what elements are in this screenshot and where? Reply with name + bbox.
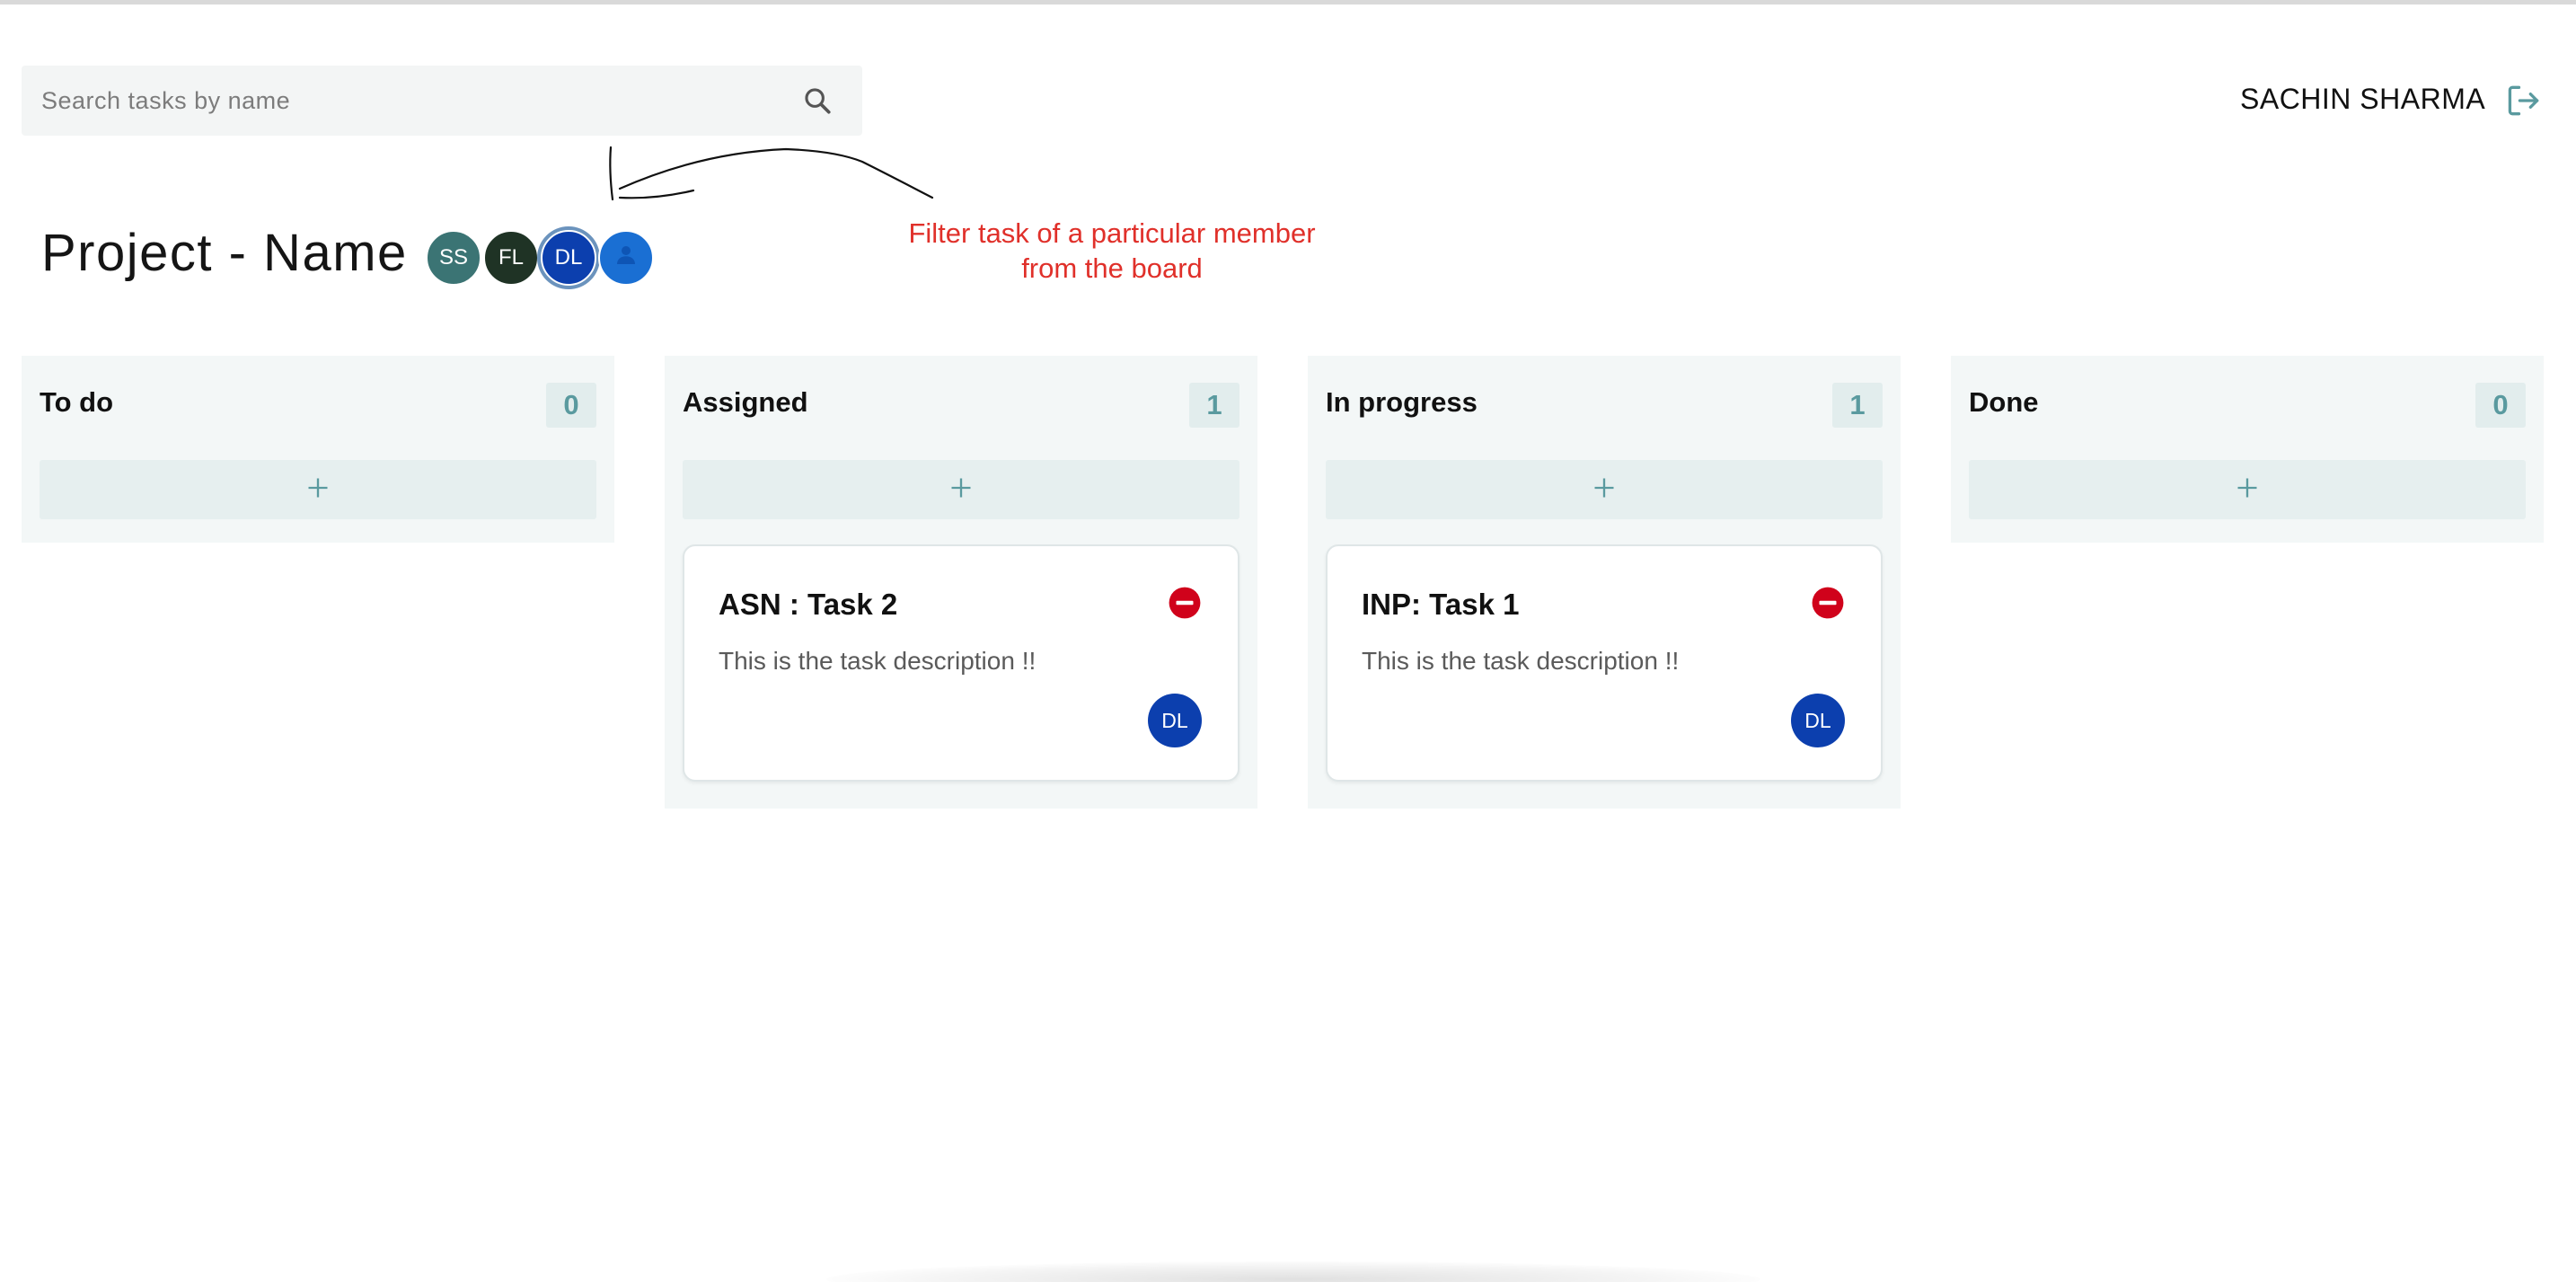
member-initials: SS (438, 245, 468, 270)
assignee-avatar: DL (1148, 694, 1202, 747)
column-title: Assigned (683, 386, 808, 418)
member-initials: FL (498, 245, 524, 270)
column-header: In progress 1 (1308, 356, 1901, 456)
assignee-initials: DL (1161, 708, 1188, 732)
add-task-button[interactable] (683, 460, 1239, 519)
column-assigned: Assigned 1 ASN : Task 2 This is the task… (665, 356, 1257, 809)
plus-icon (2235, 475, 2260, 505)
annotation-arrow (609, 146, 934, 201)
search-box[interactable] (22, 66, 862, 136)
task-title: INP: Task 1 (1362, 588, 1520, 621)
user-name: SACHIN SHARMA (2240, 83, 2486, 115)
top-divider (0, 0, 2576, 4)
column-count-badge: 1 (1832, 383, 1883, 428)
delete-icon[interactable] (1811, 586, 1845, 620)
column-header: Done 0 (1951, 356, 2544, 456)
member-filter: SS FL DL (426, 230, 656, 287)
column-title: Done (1969, 386, 2039, 418)
task-description: This is the task description !! (1362, 647, 1680, 675)
person-icon (613, 242, 640, 275)
task-card[interactable]: ASN : Task 2 This is the task descriptio… (683, 544, 1239, 782)
assignee-avatar: DL (1791, 694, 1845, 747)
column-in-progress: In progress 1 INP: Task 1 This is the ta… (1308, 356, 1901, 809)
board-page: SACHIN SHARMA Project - Name SS FL DL (0, 0, 2576, 1282)
plus-icon (305, 475, 331, 505)
member-initials: DL (554, 245, 583, 270)
column-header: To do 0 (22, 356, 614, 456)
column-done: Done 0 (1951, 356, 2544, 543)
column-count-badge: 0 (546, 383, 596, 428)
column-header: Assigned 1 (665, 356, 1257, 456)
plus-icon (948, 475, 974, 505)
task-title: ASN : Task 2 (719, 588, 898, 621)
member-avatar-fl[interactable]: FL (483, 230, 539, 286)
project-title: Project - Name (41, 224, 408, 282)
search-input[interactable] (22, 66, 799, 136)
annotation-text: Filter task of a particular member from … (908, 217, 1316, 284)
column-count-badge: 0 (2475, 383, 2526, 428)
column-title: To do (40, 386, 114, 418)
add-task-button[interactable] (1326, 460, 1883, 519)
assignee-initials: DL (1804, 708, 1831, 732)
add-task-button[interactable] (40, 460, 596, 519)
task-description: This is the task description !! (719, 647, 1037, 675)
add-task-button[interactable] (1969, 460, 2526, 519)
member-avatar-ss[interactable]: SS (426, 230, 481, 286)
column-count-badge: 1 (1189, 383, 1239, 428)
bottom-shadow (826, 1261, 1760, 1282)
column-todo: To do 0 (22, 356, 614, 543)
member-avatar-unassigned[interactable] (598, 230, 654, 286)
logout-icon[interactable] (2504, 81, 2544, 120)
delete-icon[interactable] (1168, 586, 1202, 620)
plus-icon (1592, 475, 1617, 505)
column-title: In progress (1326, 386, 1478, 418)
task-card[interactable]: INP: Task 1 This is the task description… (1326, 544, 1883, 782)
search-icon[interactable] (799, 83, 835, 119)
member-avatar-dl[interactable]: DL (541, 230, 596, 286)
